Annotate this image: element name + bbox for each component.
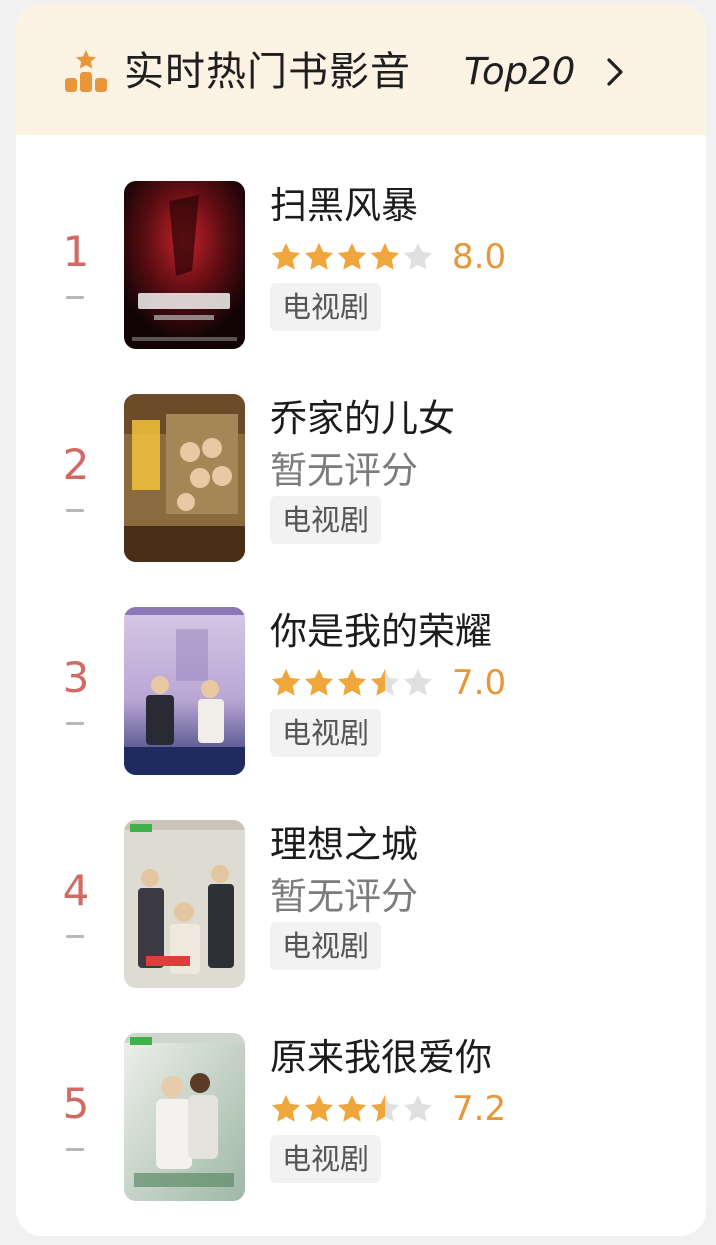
star-filled-icon [338,1095,366,1122]
rank-number: 1 [62,227,90,276]
rating-row: 8.0 [270,237,506,277]
category-tag: 电视剧 [270,709,382,757]
trend-flat-icon [66,1148,84,1151]
star-filled-icon [338,243,366,270]
chevron-right-icon [607,58,623,86]
list-item-1[interactable]: 1 扫黑风暴 8.0 电视剧 [16,181,706,351]
star-half-icon [371,669,399,696]
score-value: 7.2 [452,1089,507,1129]
score-value: 8.0 [452,237,507,277]
star-rating [270,667,434,699]
star-filled-icon [305,669,333,696]
top20-label: Top20 [464,50,576,93]
list-item-5[interactable]: 5 原来我很爱你 7.2 电视剧 [16,1033,706,1203]
star-empty-icon [404,243,432,270]
star-filled-icon [338,669,366,696]
list-item-4[interactable]: 4 理想之城 暂无评分 电视剧 [16,820,706,990]
list-item-3[interactable]: 3 你是我的荣耀 7.0 电视剧 [16,607,706,777]
poster-image[interactable] [124,394,245,562]
star-half-icon [371,1095,399,1122]
hot-list-title: 实时热门书影音 [124,49,411,95]
trend-flat-icon [66,509,84,512]
star-filled-icon [371,243,399,270]
trend-flat-icon [66,935,84,938]
star-filled-icon [272,1095,300,1122]
poster-image[interactable] [124,607,245,775]
rank-number: 4 [62,866,90,915]
poster-image[interactable] [124,181,245,349]
category-tag: 电视剧 [270,496,382,544]
star-filled-icon [305,243,333,270]
star-rating [270,1093,434,1125]
score-value: 7.0 [452,663,507,703]
trend-flat-icon [66,722,84,725]
category-tag: 电视剧 [270,1135,382,1183]
star-rating [270,241,434,273]
item-title: 乔家的儿女 [270,397,455,440]
item-title: 原来我很爱你 [270,1036,492,1079]
no-rating-text: 暂无评分 [270,449,418,492]
item-title: 扫黑风暴 [270,184,418,227]
star-filled-icon [305,1095,333,1122]
poster-image[interactable] [124,820,245,988]
poster-image[interactable] [124,1033,245,1201]
rating-row: 7.0 [270,663,506,703]
star-filled-icon [272,669,300,696]
item-title: 你是我的荣耀 [270,610,492,653]
category-tag: 电视剧 [270,283,382,331]
rating-row: 7.2 [270,1089,506,1129]
star-empty-icon [404,1095,432,1122]
rank-number: 2 [62,440,90,489]
no-rating-text: 暂无评分 [270,875,418,918]
star-filled-icon [272,243,300,270]
trend-flat-icon [66,296,84,299]
star-empty-icon [404,669,432,696]
rank-number: 5 [62,1079,90,1128]
category-tag: 电视剧 [270,922,382,970]
item-title: 理想之城 [270,823,418,866]
podium-star-icon [65,50,107,92]
list-item-2[interactable]: 2 乔家的儿女 暂无评分 电视剧 [16,394,706,564]
hot-list-header[interactable]: 实时热门书影音 Top20 [16,4,706,135]
rank-number: 3 [62,653,90,702]
hot-list-card: 实时热门书影音 Top20 1 扫黑风暴 8.0 电视剧 2 乔家的儿女 暂无评… [16,4,706,1236]
